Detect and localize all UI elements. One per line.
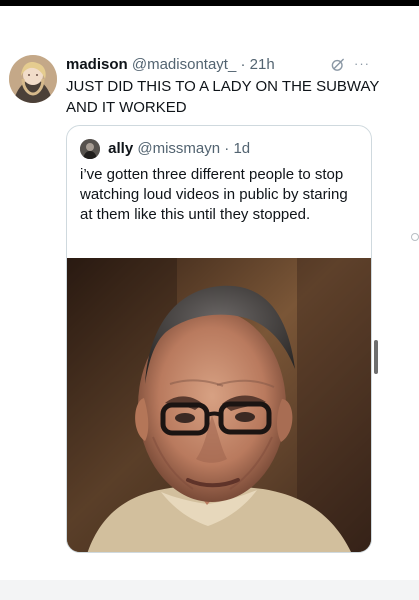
- quoted-author-avatar[interactable]: [80, 139, 100, 160]
- author-name[interactable]: madison: [66, 56, 128, 73]
- quoted-post-photo[interactable]: [67, 258, 371, 552]
- quoted-post-text: i’ve gotten three different people to st…: [80, 166, 348, 223]
- bottom-fade: [0, 580, 419, 600]
- quoted-avatar-image: [80, 139, 100, 160]
- scrollbar-thumb[interactable]: [374, 340, 378, 374]
- author-handle[interactable]: @madisontayt_: [132, 56, 236, 73]
- quoted-time-separator: ·: [224, 140, 230, 157]
- more-options-icon[interactable]: ···: [354, 57, 370, 73]
- post-time[interactable]: 21h: [250, 56, 275, 73]
- top-status-strip: [0, 0, 419, 6]
- quoted-author-name[interactable]: ally: [108, 140, 133, 157]
- quoted-post-time[interactable]: 1d: [233, 140, 250, 157]
- quoted-post-header: ally @missmayn · 1d: [80, 139, 365, 160]
- edge-indicator-icon: [411, 233, 419, 241]
- author-avatar[interactable]: [9, 55, 57, 103]
- quoted-post-card[interactable]: ally @missmayn · 1d i’ve gotten three di…: [66, 125, 372, 553]
- avatar-image: [9, 55, 57, 103]
- man-staring-photo: [67, 258, 371, 552]
- timestamp-separator: ·: [240, 56, 246, 73]
- edited-icon[interactable]: [330, 57, 346, 73]
- quoted-author-handle[interactable]: @missmayn: [137, 140, 220, 157]
- post-text: JUST DID THIS TO A LADY ON THE SUBWAY AN…: [66, 78, 380, 116]
- post-header-actions: ···: [330, 57, 390, 73]
